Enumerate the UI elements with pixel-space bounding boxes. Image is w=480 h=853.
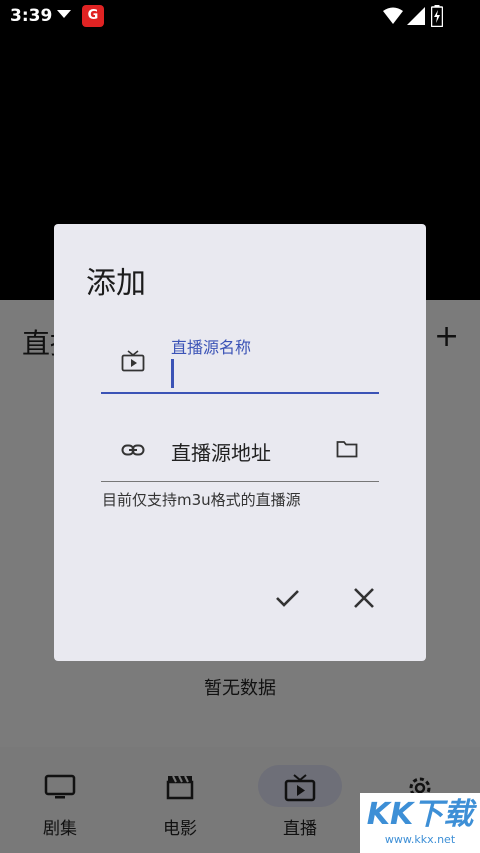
source-name-underline [101,392,379,394]
wifi-icon [383,7,403,24]
close-icon[interactable] [348,582,380,614]
add-source-button[interactable]: + [434,322,459,352]
check-icon[interactable] [272,582,304,614]
battery-icon [431,5,443,27]
status-time: 3:39 [10,6,53,26]
status-bar: 3:39 G [0,0,480,32]
helper-text: 目前仅支持m3u格式的直播源 [102,491,301,509]
empty-state-text: 暂无数据 [204,678,276,699]
add-source-dialog: 添加 直播源名称 直播源地址 目前仅支持m3u格式的直播源 [54,224,426,661]
tab-live[interactable]: 直播 [255,747,345,853]
live-tv-icon [284,774,316,802]
site-watermark: KK下载 www.kkx.net [360,793,480,853]
tab-series-label: 剧集 [43,819,77,839]
text-cursor [171,359,174,388]
signal-icon [407,7,425,25]
tab-movies-label: 电影 [163,819,197,839]
watermark-url: www.kkx.net [384,833,456,846]
tab-series[interactable]: 剧集 [15,747,105,853]
dialog-title: 添加 [86,266,146,301]
app-notification-icon: G [82,5,104,27]
source-url-input[interactable]: 直播源地址 [171,437,271,466]
folder-icon[interactable] [336,439,358,459]
link-icon [121,444,145,456]
tv-icon [44,774,76,799]
notification-dropdown-icon [57,10,71,18]
watermark-text: KK下载 [366,797,474,832]
source-url-underline [101,481,379,482]
tab-live-label: 直播 [283,819,317,839]
source-name-input[interactable] [164,354,379,392]
live-tv-icon [121,350,145,372]
tab-movies[interactable]: 电影 [135,747,225,853]
clapperboard-icon [166,775,194,800]
